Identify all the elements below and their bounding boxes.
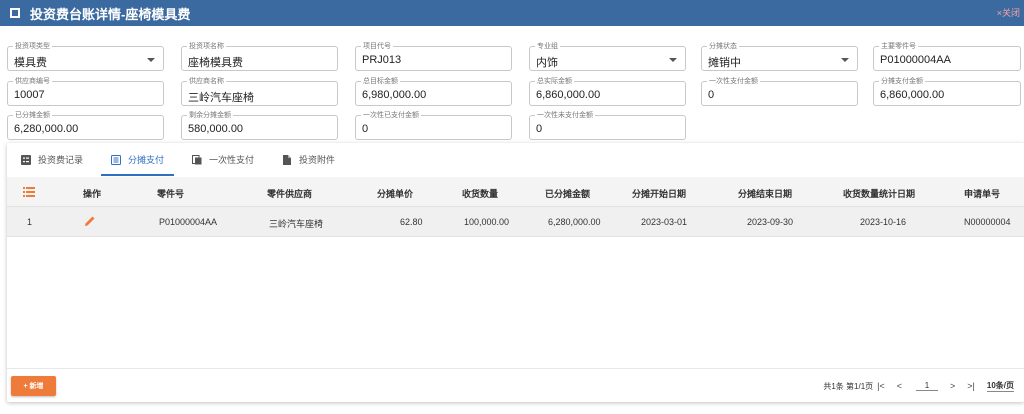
table-footer: + 新增 共1条 第1/1页 |< < 1 > >| 10条/页 xyxy=(7,368,1024,402)
page-info: 共1条 第1/1页 xyxy=(823,381,874,391)
window-title: 投资费台账详情-座椅模具费 xyxy=(30,6,191,22)
chevron-down-icon[interactable] xyxy=(669,58,677,62)
column-header[interactable]: 申请单号 xyxy=(964,187,1000,200)
table-row[interactable]: 1 P01000004AA 三岭汽车座椅 62.80 100,000.00 6,… xyxy=(7,207,1024,237)
field-project-code[interactable]: 项目代号 PRJ013 xyxy=(355,43,512,71)
field-main-part-number[interactable]: 主要零件号 P01000004AA xyxy=(873,43,1021,71)
column-header[interactable]: 收货数量统计日期 xyxy=(843,187,915,200)
prev-page-button[interactable]: < xyxy=(897,381,902,391)
column-header[interactable]: 分摊开始日期 xyxy=(632,187,686,200)
chevron-down-icon[interactable] xyxy=(147,58,155,62)
cell-stat-date: 2023-10-16 xyxy=(860,217,907,227)
list-icon xyxy=(21,154,31,165)
cell-end-date: 2023-09-30 xyxy=(747,217,794,227)
table-header: 操作 零件号 零件供应商 分摊单价 收货数量 已分摊金额 分摊开始日期 分摊结束… xyxy=(7,177,1024,207)
field-total-actual-amount[interactable]: 总实际金额 6,860,000.00 xyxy=(529,78,686,106)
tab-investment-records[interactable]: 投资费记录 xyxy=(7,143,97,176)
field-supplier-name[interactable]: 供应商名称 三岭汽车座椅 xyxy=(181,78,338,106)
field-allocation-status[interactable]: 分摊状态 摊销中 xyxy=(701,43,858,71)
column-header[interactable]: 已分摊金额 xyxy=(545,187,590,200)
file-icon xyxy=(283,154,292,165)
field-total-target-amount[interactable]: 总目标金额 6,980,000.00 xyxy=(355,78,512,106)
tab-bar: 投资费记录 分摊支付 一次性支付 投资附件 xyxy=(7,143,1024,176)
field-allocation-payment[interactable]: 分摊支付金额 6,860,000.00 xyxy=(873,78,1021,106)
last-page-button[interactable]: >| xyxy=(967,381,975,391)
cell-allocated-amount: 6,280,000.00 xyxy=(548,217,601,227)
column-settings-icon[interactable] xyxy=(23,187,35,197)
tab-one-time-payment[interactable]: 一次性支付 xyxy=(178,143,268,176)
next-page-button[interactable]: > xyxy=(950,381,955,391)
column-header[interactable]: 零件号 xyxy=(157,187,184,200)
cell-supplier: 三岭汽车座椅 xyxy=(269,219,324,229)
add-button[interactable]: + 新增 xyxy=(11,376,56,396)
page-size-select[interactable]: 10条/页 xyxy=(986,380,1014,392)
tab-allocation-payment[interactable]: 分摊支付 xyxy=(97,143,178,176)
field-investment-type[interactable]: 投资项类型 模具费 xyxy=(7,43,164,71)
first-page-button[interactable]: |< xyxy=(877,381,885,391)
field-remaining-allocation[interactable]: 剩余分摊金额 580,000.00 xyxy=(181,112,338,140)
tab-investment-attachments[interactable]: 投资附件 xyxy=(268,143,349,176)
chevron-down-icon[interactable] xyxy=(841,58,849,62)
close-button[interactable]: ×关闭 xyxy=(997,6,1020,19)
column-header: 操作 xyxy=(83,189,102,199)
column-header[interactable]: 分摊结束日期 xyxy=(738,187,792,200)
copy-icon xyxy=(192,154,202,164)
field-one-time-payment[interactable]: 一次性支付金额 0 xyxy=(701,78,858,106)
edit-icon[interactable] xyxy=(84,215,96,227)
pagination: 共1条 第1/1页 |< < 1 > >| 10条/页 xyxy=(823,380,1014,392)
row-index: 1 xyxy=(27,217,33,227)
field-one-time-unpaid[interactable]: 一次性未支付金额 0 xyxy=(529,112,686,140)
column-header[interactable]: 分摊单价 xyxy=(377,187,413,200)
field-allocated-amount[interactable]: 已分摊金额 6,280,000.00 xyxy=(7,112,164,140)
detail-panel: 投资费记录 分摊支付 一次性支付 投资附件 操作 零件号 零件供应商 分摊单价 … xyxy=(7,143,1024,402)
document-list-icon xyxy=(111,154,122,165)
field-investment-name[interactable]: 投资项名称 座椅模具费 xyxy=(181,43,338,71)
column-header[interactable]: 零件供应商 xyxy=(267,187,312,200)
cell-part-number: P01000004AA xyxy=(159,217,218,227)
window-icon xyxy=(10,8,20,18)
page-number-input[interactable]: 1 xyxy=(916,381,939,391)
field-supplier-code[interactable]: 供应商编号 10007 xyxy=(7,78,164,106)
column-header[interactable]: 收货数量 xyxy=(462,187,498,200)
cell-start-date: 2023-03-01 xyxy=(641,217,688,227)
title-bar: 投资费台账详情-座椅模具费 ×关闭 xyxy=(0,0,1024,26)
field-one-time-paid[interactable]: 一次性已支付金额 0 xyxy=(355,112,512,140)
field-specialty-group[interactable]: 专业组 内饰 xyxy=(529,43,686,71)
cell-received-qty: 100,000.00 xyxy=(464,217,510,227)
cell-request-number: N00000004 xyxy=(964,217,1011,227)
cell-unit-price: 62.80 xyxy=(400,217,423,227)
